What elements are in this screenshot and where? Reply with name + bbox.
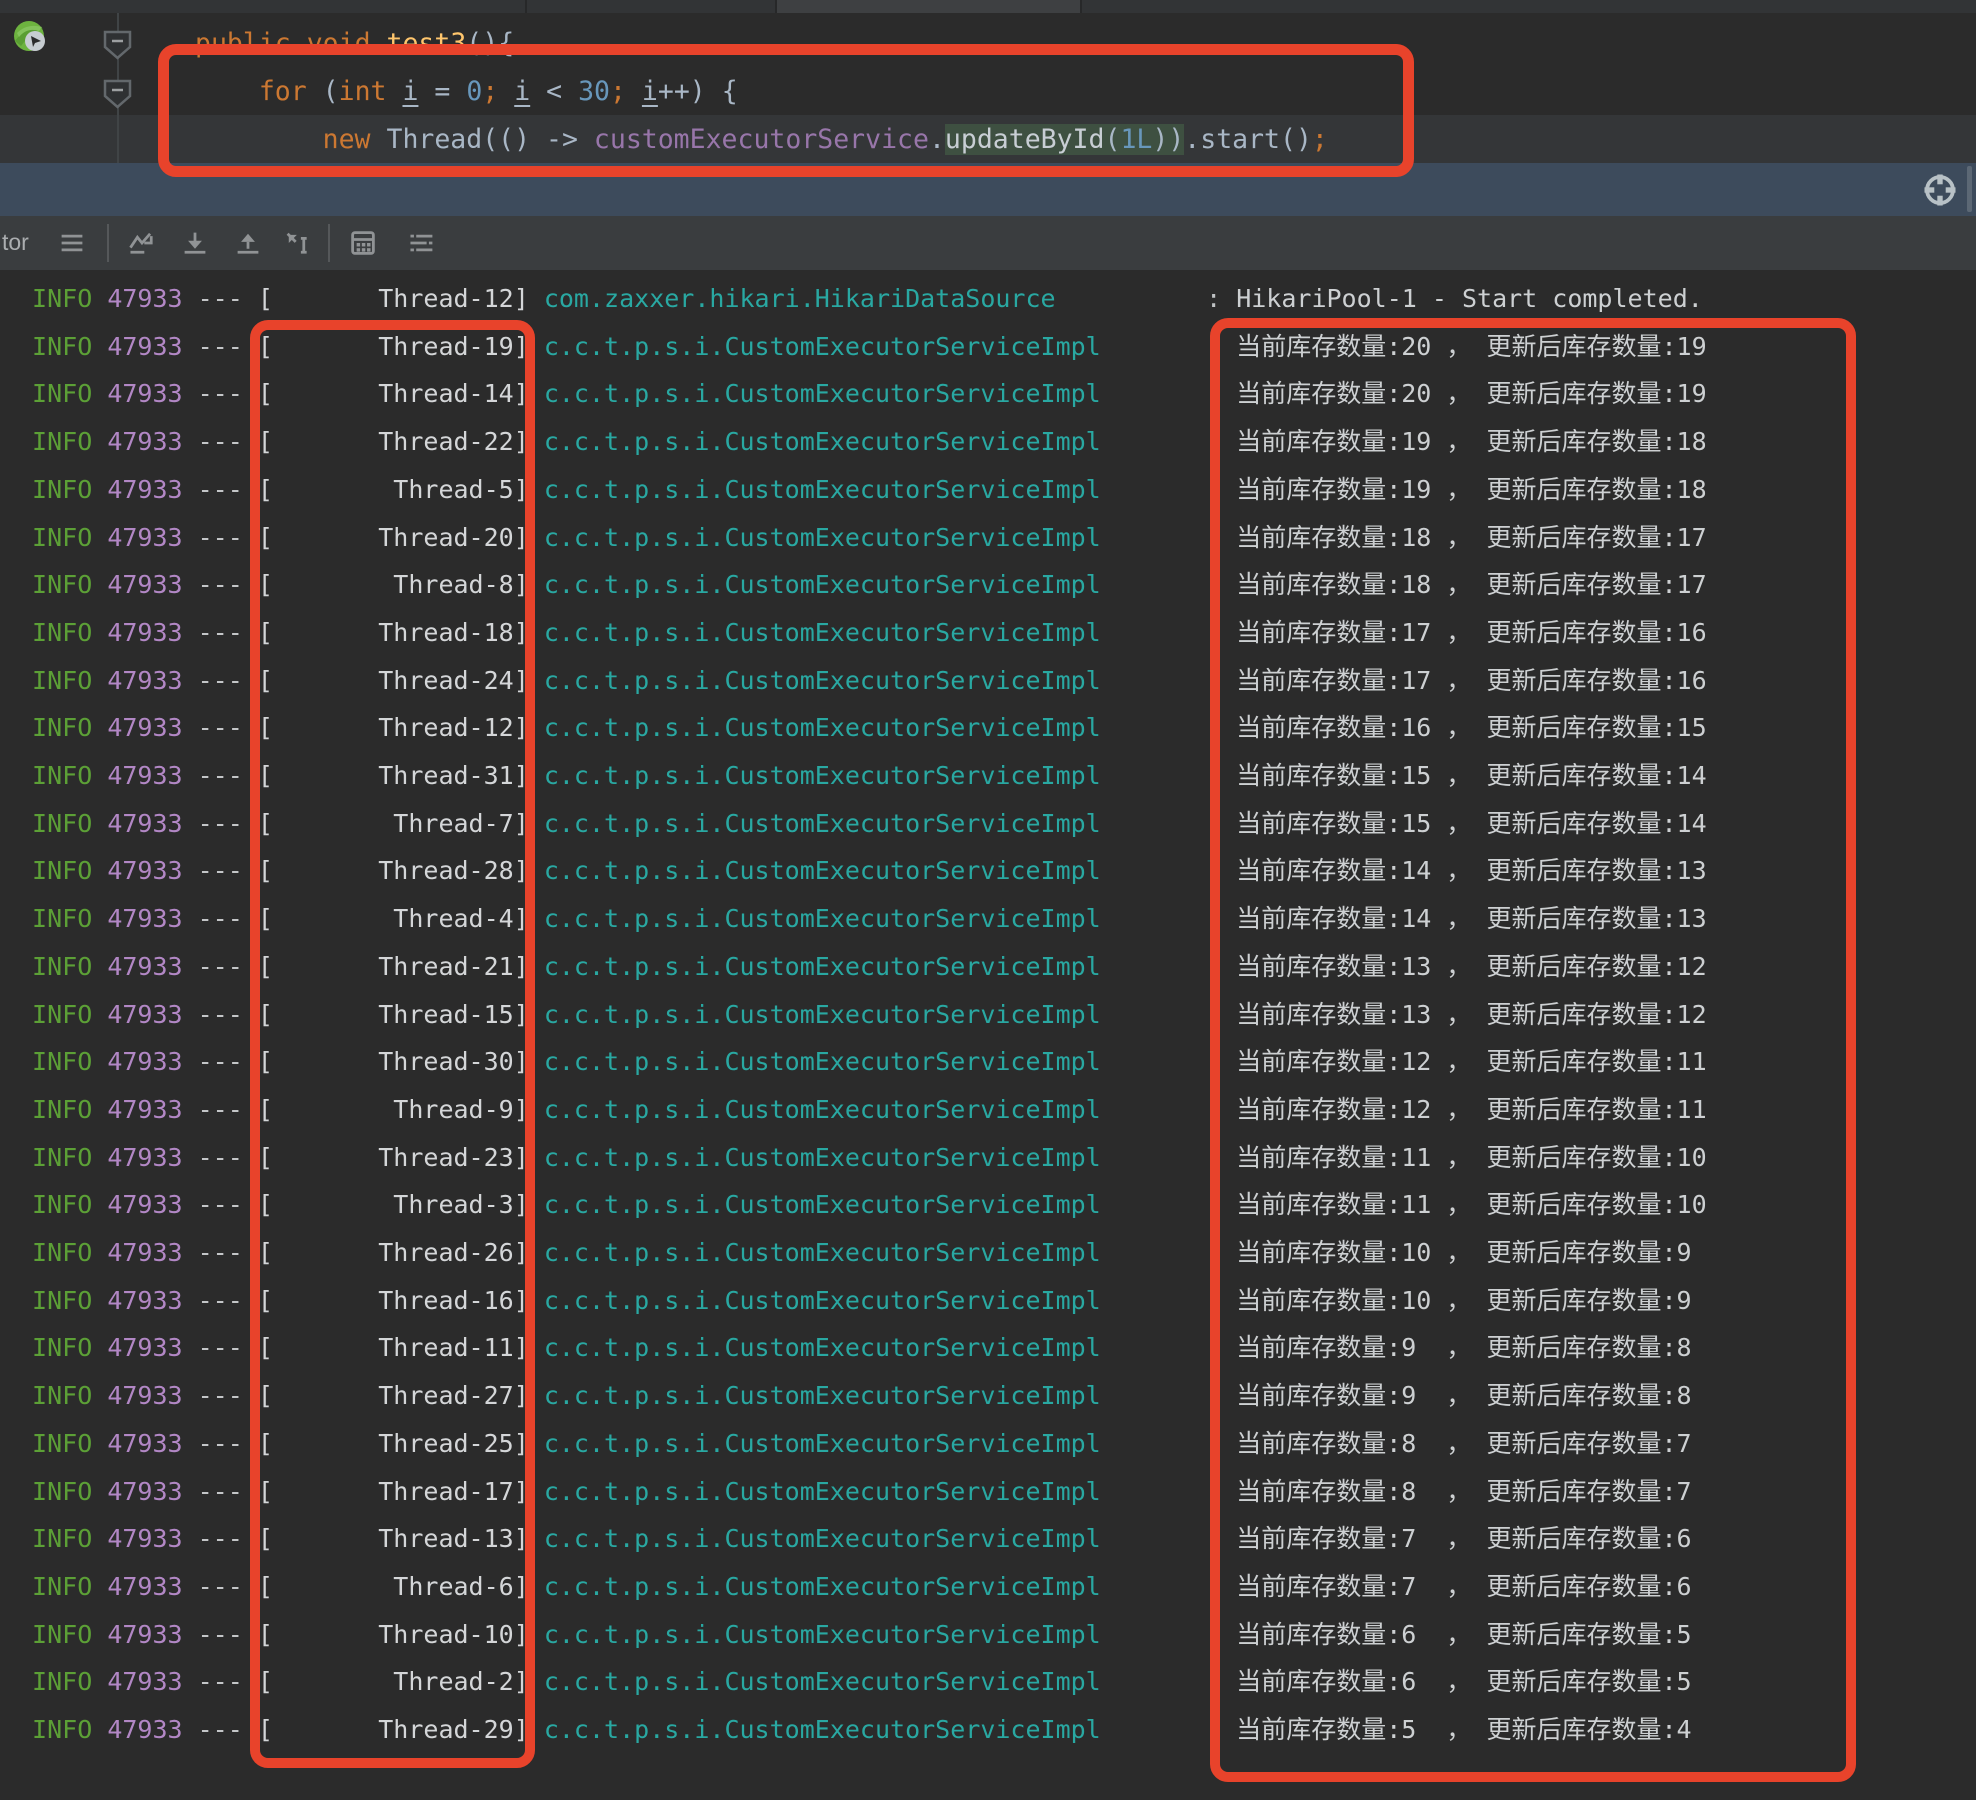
menu-icon[interactable]: [57, 228, 87, 258]
console-log[interactable]: INFO 47933 --- [ Thread-12] com.zaxxer.h…: [0, 270, 1976, 1800]
log-row: INFO 47933 --- [ Thread-29] c.c.t.p.s.i.…: [17, 1706, 1707, 1754]
log-row: INFO 47933 --- [ Thread-16] c.c.t.p.s.i.…: [17, 1277, 1707, 1325]
code-line: for (int i = 0; i < 30; i++) {: [195, 68, 1328, 116]
tab-separator: [1080, 0, 1082, 13]
toolbar-separator: [107, 224, 109, 262]
log-row: INFO 47933 --- [ Thread-9] c.c.t.p.s.i.C…: [17, 1086, 1707, 1134]
scroll-to-end-icon[interactable]: [180, 228, 210, 258]
log-row: INFO 47933 --- [ Thread-12] c.c.t.p.s.i.…: [17, 704, 1707, 752]
soft-wrap-icon[interactable]: [127, 228, 157, 258]
log-row: INFO 47933 --- [ Thread-15] c.c.t.p.s.i.…: [17, 991, 1707, 1039]
log-row: INFO 47933 --- [ Thread-13] c.c.t.p.s.i.…: [17, 1515, 1707, 1563]
selected-line-highlight: [0, 163, 1976, 216]
code-editor: public void test3(){ for (int i = 0; i <…: [0, 13, 1976, 216]
active-tab-sliver[interactable]: [775, 0, 1080, 13]
log-row: INFO 47933 --- [ Thread-8] c.c.t.p.s.i.C…: [17, 561, 1707, 609]
filter-lines-icon[interactable]: [407, 228, 437, 258]
code-line: public void test3(){: [195, 20, 1328, 68]
log-row: INFO 47933 --- [ Thread-23] c.c.t.p.s.i.…: [17, 1134, 1707, 1182]
fold-marker-icon[interactable]: [103, 79, 132, 109]
code-line: new Thread(() -> customExecutorService.u…: [195, 116, 1328, 164]
tab-separator: [525, 0, 527, 13]
console-tab-label[interactable]: tor: [2, 229, 29, 256]
log-row: INFO 47933 --- [ Thread-14] c.c.t.p.s.i.…: [17, 370, 1707, 418]
target-icon[interactable]: [1921, 171, 1959, 209]
code-block[interactable]: public void test3(){ for (int i = 0; i <…: [195, 20, 1328, 164]
log-row: INFO 47933 --- [ Thread-6] c.c.t.p.s.i.C…: [17, 1563, 1707, 1611]
console-toolbar: tor: [0, 216, 1976, 271]
editor-tab-strip: [0, 0, 1976, 13]
log-row: INFO 47933 --- [ Thread-4] c.c.t.p.s.i.C…: [17, 895, 1707, 943]
log-row: INFO 47933 --- [ Thread-3] c.c.t.p.s.i.C…: [17, 1181, 1707, 1229]
log-row: INFO 47933 --- [ Thread-19] c.c.t.p.s.i.…: [17, 323, 1707, 371]
scroll-to-top-icon[interactable]: [233, 228, 263, 258]
toolbar-separator: [328, 224, 330, 262]
navigate-caret-icon[interactable]: [283, 228, 313, 258]
log-row: INFO 47933 --- [ Thread-25] c.c.t.p.s.i.…: [17, 1420, 1707, 1468]
log-row: INFO 47933 --- [ Thread-11] c.c.t.p.s.i.…: [17, 1324, 1707, 1372]
log-row: INFO 47933 --- [ Thread-22] c.c.t.p.s.i.…: [17, 418, 1707, 466]
log-row: INFO 47933 --- [ Thread-18] c.c.t.p.s.i.…: [17, 609, 1707, 657]
log-row: INFO 47933 --- [ Thread-26] c.c.t.p.s.i.…: [17, 1229, 1707, 1277]
log-row: INFO 47933 --- [ Thread-28] c.c.t.p.s.i.…: [17, 847, 1707, 895]
spring-boot-run-icon[interactable]: [11, 19, 49, 57]
log-row: INFO 47933 --- [ Thread-21] c.c.t.p.s.i.…: [17, 943, 1707, 991]
editor-scrollbar-thumb[interactable]: [1967, 166, 1972, 212]
log-row: INFO 47933 --- [ Thread-30] c.c.t.p.s.i.…: [17, 1038, 1707, 1086]
log-row: INFO 47933 --- [ Thread-5] c.c.t.p.s.i.C…: [17, 466, 1707, 514]
ide-window: public void test3(){ for (int i = 0; i <…: [0, 0, 1976, 1800]
tab-separator: [775, 0, 777, 13]
layout-grid-icon[interactable]: [348, 228, 378, 258]
log-row: INFO 47933 --- [ Thread-17] c.c.t.p.s.i.…: [17, 1468, 1707, 1516]
log-row: INFO 47933 --- [ Thread-2] c.c.t.p.s.i.C…: [17, 1658, 1707, 1706]
log-row: INFO 47933 --- [ Thread-10] c.c.t.p.s.i.…: [17, 1611, 1707, 1659]
log-row: INFO 47933 --- [ Thread-31] c.c.t.p.s.i.…: [17, 752, 1707, 800]
fold-marker-icon[interactable]: [103, 30, 132, 60]
log-row: INFO 47933 --- [ Thread-24] c.c.t.p.s.i.…: [17, 657, 1707, 705]
log-row: INFO 47933 --- [ Thread-7] c.c.t.p.s.i.C…: [17, 800, 1707, 848]
log-row: INFO 47933 --- [ Thread-27] c.c.t.p.s.i.…: [17, 1372, 1707, 1420]
log-row: INFO 47933 --- [ Thread-12] com.zaxxer.h…: [17, 275, 1707, 323]
log-row: INFO 47933 --- [ Thread-20] c.c.t.p.s.i.…: [17, 514, 1707, 562]
